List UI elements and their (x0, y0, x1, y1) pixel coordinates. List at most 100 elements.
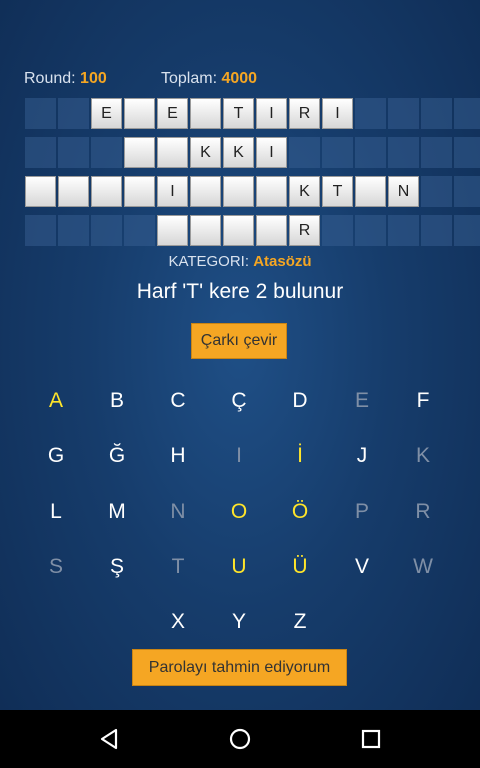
letter-key: N (170, 500, 186, 523)
board-blank (91, 137, 122, 168)
letter-key[interactable]: X (158, 604, 198, 640)
letter-key[interactable]: U (219, 549, 259, 585)
letter-key[interactable]: B (97, 383, 137, 419)
board-blank (421, 98, 452, 129)
letter-key: W (413, 555, 433, 578)
category-line: KATEGORI: Atasözü (0, 253, 480, 270)
total-label: Toplam: (161, 70, 218, 87)
board-blank (91, 215, 122, 246)
board-blank (124, 215, 155, 246)
stats-bar: Round: 100 Toplam: 4000 (0, 70, 480, 92)
letter-key[interactable]: Ü (280, 549, 320, 585)
board-blank (58, 215, 89, 246)
board-blank (355, 137, 386, 168)
letter-key[interactable]: M (97, 494, 137, 530)
board-row: KKI (25, 137, 480, 169)
letter-key: T (171, 555, 185, 578)
letter-tile (157, 215, 188, 246)
letter-key[interactable]: O (219, 494, 259, 530)
letter-key[interactable]: H (158, 438, 198, 474)
letter-key[interactable]: V (342, 549, 382, 585)
letter-tile (223, 215, 254, 246)
letter-tile: E (157, 98, 188, 129)
letter-tile (355, 176, 386, 207)
letter-tile: R (289, 215, 320, 246)
board-blank (58, 98, 89, 129)
puzzle-board: EETIRIKKIIKTNR (25, 98, 480, 254)
letter-tile: K (223, 137, 254, 168)
total-value: 4000 (221, 70, 258, 87)
letter-key[interactable]: İ (280, 438, 320, 474)
letter-tile (256, 215, 287, 246)
board-row: I KT N (25, 176, 480, 208)
letter-tile: R (289, 98, 320, 129)
board-blank (25, 215, 56, 246)
recents-icon[interactable] (356, 724, 386, 754)
board-blank (454, 98, 480, 129)
letter-key: K (415, 444, 430, 467)
letter-tile (58, 176, 89, 207)
board-blank (421, 137, 452, 168)
letter-tile (91, 176, 122, 207)
letter-key[interactable]: Ğ (97, 438, 137, 474)
letter-tile (223, 176, 254, 207)
round-label: Round: (24, 70, 76, 87)
letter-tile: I (322, 98, 353, 129)
letter-key[interactable]: J (342, 438, 382, 474)
letter-key[interactable]: Ş (97, 549, 137, 585)
letter-tile (124, 98, 155, 129)
letter-key: P (354, 500, 369, 523)
category-label: KATEGORI: (168, 253, 250, 270)
letter-tile (124, 176, 155, 207)
letter-key[interactable]: Z (280, 604, 320, 640)
round-value: 100 (80, 70, 107, 87)
board-blank (322, 215, 353, 246)
spin-wheel-button[interactable]: Çarkı çevir (191, 323, 287, 359)
total-stat: Toplam: 4000 (161, 70, 257, 88)
hint-text: Harf 'T' kere 2 bulunur (136, 280, 344, 303)
letter-key[interactable]: L (36, 494, 76, 530)
letter-key[interactable]: Ö (280, 494, 320, 530)
letter-key[interactable]: C (158, 383, 198, 419)
letter-tile (190, 215, 221, 246)
board-blank (355, 98, 386, 129)
board-blank (388, 98, 419, 129)
letter-tile: T (223, 98, 254, 129)
round-stat: Round: 100 (24, 70, 107, 88)
letter-key[interactable]: G (36, 438, 76, 474)
board-blank (421, 215, 452, 246)
letter-key: R (415, 500, 431, 523)
letter-key[interactable]: Y (219, 604, 259, 640)
guess-phrase-button[interactable]: Parolayı tahmin ediyorum (132, 649, 347, 686)
board-row: R (25, 215, 480, 247)
category-value: Atasözü (253, 253, 312, 270)
letter-key[interactable]: F (403, 383, 443, 419)
letter-tile: K (190, 137, 221, 168)
board-blank (454, 137, 480, 168)
letter-key: I (236, 444, 242, 467)
board-blank (289, 137, 320, 168)
back-icon[interactable] (94, 724, 124, 754)
board-blank (454, 215, 480, 246)
board-blank (322, 137, 353, 168)
letter-tile (25, 176, 56, 207)
board-blank (58, 137, 89, 168)
board-row: EETIRI (25, 98, 480, 130)
letter-tile (190, 176, 221, 207)
board-blank (388, 137, 419, 168)
letter-tile: I (256, 137, 287, 168)
letter-tile (157, 137, 188, 168)
letter-key[interactable]: A (36, 383, 76, 419)
letter-key: E (354, 389, 369, 412)
board-blank (454, 176, 480, 207)
letter-key[interactable]: Ç (219, 383, 259, 419)
letter-key[interactable]: D (280, 383, 320, 419)
letter-tile (190, 98, 221, 129)
home-icon[interactable] (225, 724, 255, 754)
letter-tile: E (91, 98, 122, 129)
system-navbar (0, 710, 480, 768)
board-blank (388, 215, 419, 246)
letter-tile: N (388, 176, 419, 207)
letter-key: S (48, 555, 63, 578)
board-blank (25, 137, 56, 168)
